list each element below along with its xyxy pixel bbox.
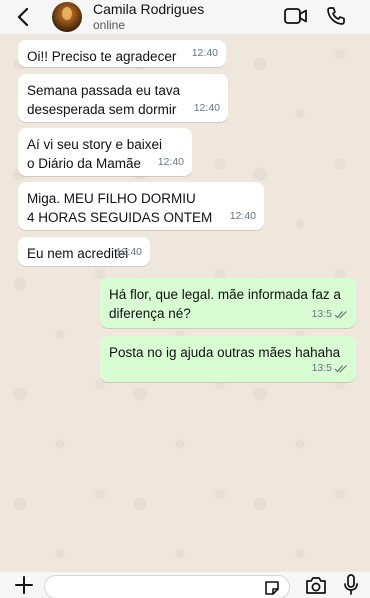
avatar[interactable]: [52, 2, 82, 32]
camera-icon[interactable]: [305, 575, 327, 598]
contact-name: Camila Rodrigues: [93, 1, 205, 18]
message-time: 12:40: [229, 210, 256, 222]
microphone-icon[interactable]: [343, 574, 359, 598]
video-call-icon[interactable]: [284, 7, 308, 30]
header-actions: [284, 6, 346, 31]
message-time: 13:5: [311, 308, 332, 320]
contact-info[interactable]: Camila Rodrigues online: [93, 1, 205, 32]
contact-status: online: [93, 17, 126, 32]
chat-header: Camila Rodrigues online: [0, 0, 370, 34]
message-time-status: 13:5: [312, 359, 348, 378]
message-bubble-incoming[interactable]: Aí vi seu story e baixei o Diário da Mam…: [18, 128, 192, 176]
message-time: 12:40: [115, 246, 142, 258]
chat-area[interactable]: Oi!! Preciso te agradecer 12:40 Semana p…: [0, 34, 370, 572]
chat-app: Camila Rodrigues online Oi!! Preciso te …: [0, 0, 370, 598]
message-bubble-incoming[interactable]: Oi!! Preciso te agradecer 12:40: [18, 40, 226, 67]
message-text: Oi!! Preciso te agradecer: [27, 49, 177, 64]
message-bubble-incoming[interactable]: Eu nem acreditei 12:40: [18, 237, 150, 266]
message-input-bar: [0, 572, 370, 598]
double-check-icon: [334, 311, 347, 319]
message-time: 12:40: [191, 47, 218, 59]
message-bubble-outgoing[interactable]: Posta no ig ajuda outras mães hahaha 13:…: [100, 336, 356, 382]
back-arrow-icon[interactable]: [8, 0, 38, 34]
sticker-icon[interactable]: [263, 579, 281, 598]
plus-icon[interactable]: [11, 572, 37, 598]
message-time: 12:40: [157, 156, 184, 168]
message-text: Miga. MEU FILHO DORMIU 4 HORAS SEGUIDAS …: [27, 191, 213, 225]
message-text: Semana passada eu tava desesperada sem d…: [27, 83, 181, 117]
message-input[interactable]: [44, 575, 290, 598]
message-time: 13:5: [311, 362, 332, 374]
message-time: 12:40: [193, 102, 220, 114]
message-time-status: 13:5: [312, 305, 348, 324]
double-check-icon: [334, 365, 347, 373]
message-bubble-incoming[interactable]: Semana passada eu tava desesperada sem d…: [18, 74, 228, 122]
message-bubble-incoming[interactable]: Miga. MEU FILHO DORMIU 4 HORAS SEGUIDAS …: [18, 182, 264, 230]
phone-icon[interactable]: [326, 6, 346, 31]
message-bubble-outgoing[interactable]: Há flor, que legal. mãe informada faz a …: [100, 278, 356, 328]
